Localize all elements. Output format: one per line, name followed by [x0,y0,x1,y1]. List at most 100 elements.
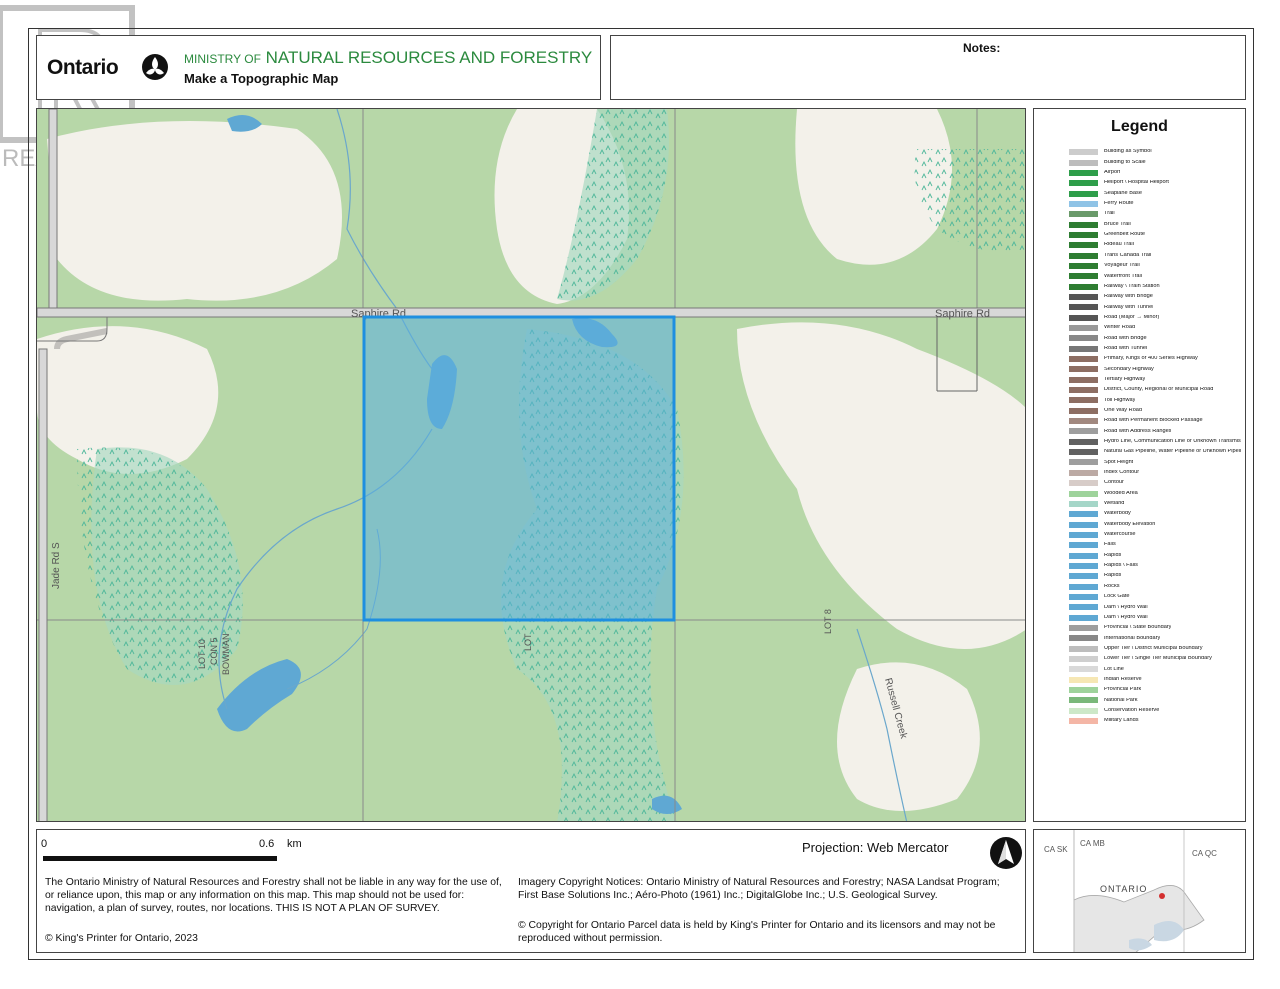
legend-symbol-icon [1069,676,1098,683]
legend-item: Waterbody [1069,509,1241,519]
legend-title: Legend [1111,118,1168,135]
legend-item-label: Tertiary Highway [1104,376,1146,382]
topographic-map[interactable]: Saphire Rd Saphire Rd Jade Rd S LOT 10 C… [36,108,1026,822]
trillium-icon [142,54,168,80]
legend-symbol-icon [1069,200,1098,207]
legend-symbol-icon [1069,190,1098,197]
legend-symbol-icon [1069,273,1098,280]
legend-item: Heliport \ Hospital Heliport [1069,178,1241,188]
legend-item: Military Lands [1069,716,1241,726]
legend-item: Index Contour [1069,468,1241,478]
legend-symbol-icon [1069,552,1098,559]
legend-symbol-icon [1069,283,1098,290]
legend-item: Railway \ Train Station [1069,281,1241,291]
legend-item-label: Road (Major → Minor) [1104,314,1160,320]
legend-item-label: Primary, Kings or 400 Series Highway [1104,356,1198,362]
road-jade [48,109,58,309]
legend-item-label: International Boundary [1104,635,1161,641]
road-jade-south [38,348,48,821]
legend-symbol-icon [1069,469,1098,476]
legend-item: Lower Tier \ Single Tier Municipal Bound… [1069,654,1241,664]
copyright-text: © King's Printer for Ontario, 2023 [45,933,198,944]
legend-symbol-icon [1069,180,1098,187]
legend-item-label: National Park [1104,697,1138,703]
legend-symbol-icon [1069,293,1098,300]
legend-item-label: Index Contour [1104,470,1140,476]
legend-symbol-icon [1069,511,1098,518]
legend-symbol-icon [1069,542,1098,549]
legend-symbol-icon [1069,242,1098,249]
north-arrow-icon [990,837,1022,869]
legend-item: Watercourse [1069,530,1241,540]
location-marker [1159,893,1165,899]
legend-symbol-icon [1069,262,1098,269]
legend-item-label: Watercourse [1104,532,1136,538]
legend-item: Railway with Tunnel [1069,302,1241,312]
road-label: Jade Rd S [51,542,62,589]
legend-list: Building as Symbol Building to Scale Airpo… [1069,147,1241,726]
legend-symbol-icon [1069,562,1098,569]
legend-item: Indian Reserve [1069,675,1241,685]
legend-symbol-icon [1069,718,1098,725]
legend-item: Secondary Highway [1069,364,1241,374]
legend-item: District, County, Regional or Municipal … [1069,385,1241,395]
legend-symbol-icon [1069,614,1098,621]
legend-item-label: Railway with Tunnel [1104,304,1154,310]
legend-symbol-icon [1069,325,1098,332]
legend-item-label: Natural Gas Pipeline, Water Pipeline or … [1104,449,1241,455]
legend-item-label: Wooded Area [1104,490,1138,496]
notes-panel: Notes: [610,35,1246,100]
legend-item-label: Road with Bridge [1104,335,1147,341]
legend-item: Ferry Route [1069,199,1241,209]
legend-item: International Boundary [1069,633,1241,643]
legend-item: Rapids [1069,571,1241,581]
scale-end: 0.6 [259,838,275,850]
legend-item: Building as Symbol [1069,147,1241,157]
disclaimer-text: The Ontario Ministry of Natural Resource… [45,877,502,914]
legend-item: Conservation Reserve [1069,706,1241,716]
legend-symbol-icon [1069,314,1098,321]
ministry-title: NATURAL RESOURCES AND FORESTRY [265,48,593,67]
map-footer: 0 0.6 km The Ontario Ministry of Natural… [36,829,1026,953]
legend-item: Falls [1069,540,1241,550]
legend-symbol-icon [1069,407,1098,414]
legend-item-label: Provincial \ State Boundary [1104,625,1172,631]
legend-item-label: Upper Tier \ District Municipal Boundary [1104,645,1203,651]
legend-symbol-icon [1069,397,1098,404]
legend-item: Rapids [1069,550,1241,560]
legend-item-label: Dam \ Hydro Wall [1104,614,1148,620]
legend-item: Road with Tunnel [1069,344,1241,354]
legend-symbol-icon [1069,418,1098,425]
parcel-notice: © Copyright for Ontario Parcel data is h… [518,920,996,944]
legend-symbol-icon [1069,376,1098,383]
legend-item-label: Road with Permanent Blocked Passage [1104,418,1203,424]
legend-symbol-icon [1069,231,1098,238]
legend-symbol-icon [1069,169,1098,176]
inset-label: CA MB [1080,839,1105,848]
legend-item: One Way Road [1069,406,1241,416]
ontario-logo-text: Ontario [47,56,119,79]
legend-item-label: Toll Highway [1104,397,1136,403]
legend-item-label: Military Lands [1104,718,1139,724]
legend-item: Railway with Bridge [1069,292,1241,302]
legend-item: National Park [1069,695,1241,705]
legend-symbol-icon [1069,438,1098,445]
legend-item-label: Waterbody [1104,511,1131,517]
parcel-boundary[interactable] [362,315,676,622]
legend-item: Toll Highway [1069,395,1241,405]
map-header: Ontario MINISTRY OF NATURAL RESOURCES AN… [36,35,601,100]
legend-item: Road with Bridge [1069,333,1241,343]
lot-label: LOT [523,633,533,651]
legend-item-label: Spot Height [1104,459,1134,465]
legend-symbol-icon [1069,428,1098,435]
legend-symbol-icon [1069,366,1098,373]
legend-item-label: Rideau Trail [1104,242,1134,248]
legend-item-label: Voyageur Trail [1104,263,1140,269]
legend-item: Spot Height [1069,457,1241,467]
legend-item: Dam \ Hydro Wall [1069,602,1241,612]
legend-item-label: Bruce Trail [1104,221,1131,227]
legend-item: Natural Gas Pipeline, Water Pipeline or … [1069,447,1241,457]
legend-panel: Legend Building as Symbol Building to Sca… [1033,108,1246,822]
legend-item: Rideau Trail [1069,240,1241,250]
legend-item-label: Dam \ Hydro Wall [1104,604,1148,610]
